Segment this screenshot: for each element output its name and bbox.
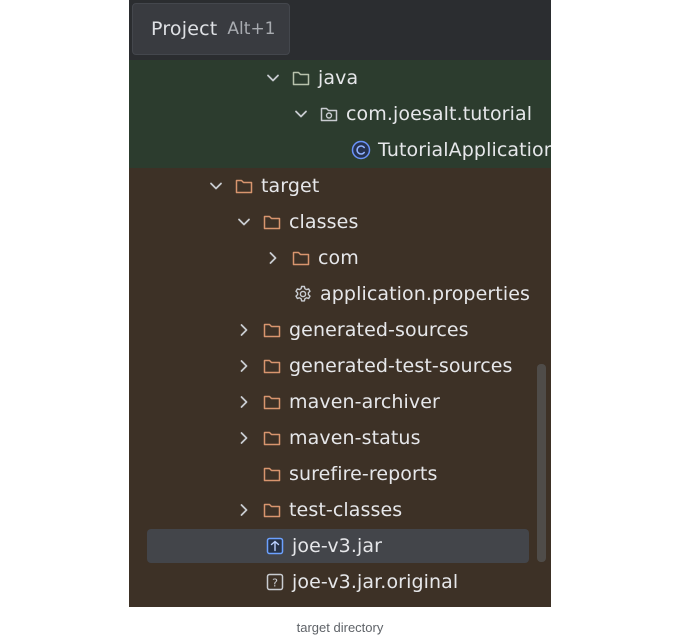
tree-item-label: maven-archiver: [289, 390, 440, 413]
tree-item-label: TutorialApplication: [378, 138, 551, 161]
settings-icon: [293, 284, 313, 304]
chevron-right-icon[interactable]: [235, 321, 253, 339]
tree-row-java[interactable]: java: [264, 60, 358, 96]
project-tab-shortcut: Alt+1: [227, 19, 276, 39]
tree-item-label: test-classes: [289, 498, 403, 521]
project-tab-title: Project: [151, 18, 218, 40]
chevron-right-icon[interactable]: [264, 249, 282, 267]
folder-icon: [291, 248, 311, 268]
image-caption: target directory: [296, 620, 384, 635]
tree-row-jar-original[interactable]: ? joe-v3.jar.original: [265, 564, 458, 600]
tree-item-label: application.properties: [320, 282, 531, 305]
tree-row-classes[interactable]: classes: [235, 204, 358, 240]
jar-icon: [265, 536, 285, 556]
chevron-down-icon[interactable]: [235, 213, 253, 231]
tree-item-label: com: [318, 246, 359, 269]
tree-row-jar-selected[interactable]: joe-v3.jar: [265, 528, 382, 564]
project-tool-window: Project Alt+1 java com.joesalt.tutorial …: [129, 0, 551, 607]
chevron-down-icon[interactable]: [292, 105, 310, 123]
chevron-down-icon[interactable]: [207, 177, 225, 195]
tree-row-target[interactable]: target: [207, 168, 319, 204]
tree-item-label: target: [261, 174, 320, 197]
tool-window-header: Project Alt+1: [129, 0, 551, 60]
tree-item-label: joe-v3.jar: [292, 534, 383, 557]
tree-item-label: java: [318, 66, 359, 89]
tree-row-com[interactable]: com: [264, 240, 359, 276]
unknown-file-icon: ?: [265, 572, 285, 592]
folder-icon: [262, 428, 282, 448]
tree-row-surefire-reports[interactable]: surefire-reports: [235, 456, 437, 492]
folder-icon: [262, 356, 282, 376]
tree-item-label: com.joesalt.tutorial: [346, 102, 533, 125]
folder-icon: [262, 392, 282, 412]
folder-icon: [262, 212, 282, 232]
tree-row-application-properties[interactable]: application.properties: [293, 276, 530, 312]
chevron-right-icon[interactable]: [235, 501, 253, 519]
tree-row-test-classes[interactable]: test-classes: [235, 492, 402, 528]
tree-row-generated-sources[interactable]: generated-sources: [235, 312, 469, 348]
tree-row-maven-archiver[interactable]: maven-archiver: [235, 384, 440, 420]
tree-row-package[interactable]: com.joesalt.tutorial: [292, 96, 532, 132]
folder-icon: [291, 68, 311, 88]
folder-icon: [262, 500, 282, 520]
tree-item-label: generated-test-sources: [289, 354, 513, 377]
folder-icon: [234, 176, 254, 196]
tree-item-label: joe-v3.jar.original: [292, 570, 459, 593]
vertical-scrollbar[interactable]: [537, 364, 546, 562]
chevron-down-icon[interactable]: [264, 69, 282, 87]
folder-icon: [262, 320, 282, 340]
project-tab[interactable]: Project Alt+1: [132, 3, 290, 55]
chevron-right-icon[interactable]: [235, 429, 253, 447]
tree-row-maven-status[interactable]: maven-status: [235, 420, 421, 456]
folder-icon: [262, 464, 282, 484]
tree-row-class[interactable]: TutorialApplication: [351, 132, 551, 168]
chevron-right-icon[interactable]: [235, 393, 253, 411]
tree-row-generated-test-sources[interactable]: generated-test-sources: [235, 348, 513, 384]
class-icon: [351, 140, 371, 160]
tree-item-label: classes: [289, 210, 359, 233]
tree-item-label: surefire-reports: [289, 462, 438, 485]
package-icon: [319, 104, 339, 124]
svg-text:?: ?: [272, 577, 278, 590]
chevron-right-icon[interactable]: [235, 357, 253, 375]
tree-item-label: generated-sources: [289, 318, 469, 341]
tree-item-label: maven-status: [289, 426, 421, 449]
